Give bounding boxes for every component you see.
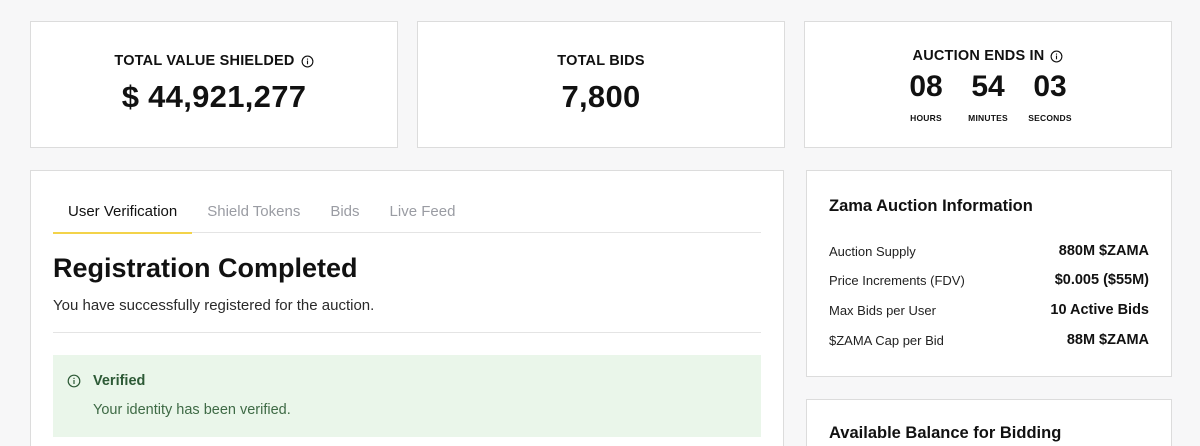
info-key: $ZAMA Cap per Bid — [829, 332, 944, 348]
info-row-cap-per-bid: $ZAMA Cap per Bid 88M $ZAMA — [829, 332, 1149, 348]
info-icon[interactable] — [301, 55, 314, 68]
info-icon[interactable] — [1050, 50, 1063, 63]
balance-title: Available Balance for Bidding — [829, 424, 1062, 442]
total-bids-value: 7,800 — [561, 79, 641, 114]
auction-countdown-card: AUCTION ENDS IN 08 HOURS 54 MINUTES 03 S… — [804, 21, 1172, 148]
auction-countdown-label-wrap: AUCTION ENDS IN — [913, 48, 1064, 64]
verification-panel: User Verification Shield Tokens Bids Liv… — [30, 170, 784, 446]
total-value-shielded-label-wrap: TOTAL VALUE SHIELDED — [114, 53, 314, 69]
hours-value: 08 — [909, 70, 943, 103]
info-row-price-increments: Price Increments (FDV) $0.005 ($55M) — [829, 272, 1149, 288]
registration-description: You have successfully registered for the… — [53, 297, 375, 314]
auction-info-title: Zama Auction Information — [829, 197, 1033, 215]
total-value-shielded-card: TOTAL VALUE SHIELDED $ 44,921,277 — [30, 21, 398, 148]
info-key: Max Bids per User — [829, 302, 936, 318]
verified-alert: Verified Your identity has been verified… — [53, 355, 761, 437]
verified-description: Your identity has been verified. — [93, 402, 291, 418]
minutes-value: 54 — [971, 70, 1005, 103]
seconds-label: SECONDS — [1028, 113, 1072, 123]
verified-title: Verified — [93, 373, 146, 389]
info-value: 10 Active Bids — [1050, 302, 1149, 318]
info-key: Auction Supply — [829, 243, 916, 259]
countdown-seconds: 03 SECONDS — [1028, 70, 1072, 124]
tab-live-feed[interactable]: Live Feed — [375, 193, 471, 233]
countdown-minutes: 54 MINUTES — [966, 70, 1010, 124]
total-value-shielded-label: TOTAL VALUE SHIELDED — [114, 53, 295, 69]
total-bids-label: TOTAL BIDS — [557, 53, 645, 69]
auction-ends-label: AUCTION ENDS IN — [912, 48, 1045, 64]
auction-info-panel: Zama Auction Information Auction Supply … — [806, 170, 1172, 377]
tab-bar: User Verification Shield Tokens Bids Liv… — [53, 193, 761, 234]
info-value: 880M $ZAMA — [1058, 243, 1149, 259]
total-bids-card: TOTAL BIDS 7,800 — [417, 21, 785, 148]
countdown-timer: 08 HOURS 54 MINUTES 03 SECONDS — [805, 70, 1171, 124]
balance-panel: Available Balance for Bidding — [806, 399, 1172, 446]
tab-shield-tokens[interactable]: Shield Tokens — [192, 193, 315, 233]
info-value: 88M $ZAMA — [1066, 332, 1149, 348]
seconds-value: 03 — [1033, 70, 1067, 103]
info-value: $0.005 ($55M) — [1054, 272, 1149, 288]
info-key: Price Increments (FDV) — [829, 272, 965, 288]
info-row-max-bids: Max Bids per User 10 Active Bids — [829, 302, 1149, 318]
divider — [53, 332, 761, 333]
total-value-shielded-value: $ 44,921,277 — [121, 79, 307, 114]
minutes-label: MINUTES — [968, 113, 1008, 123]
countdown-hours: 08 HOURS — [904, 70, 948, 124]
info-row-auction-supply: Auction Supply 880M $ZAMA — [829, 243, 1149, 259]
tab-user-verification[interactable]: User Verification — [53, 193, 193, 234]
registration-title: Registration Completed — [53, 253, 358, 283]
info-circle-icon — [67, 374, 81, 388]
tab-bids[interactable]: Bids — [315, 193, 374, 233]
hours-label: HOURS — [910, 113, 942, 123]
